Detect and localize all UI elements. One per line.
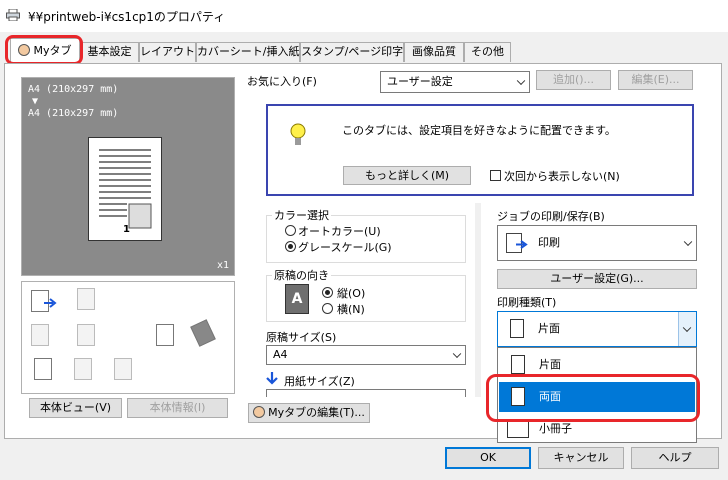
tab-label: スタンプ/ページ印字 [301,45,404,58]
tray-icon [77,324,95,346]
dont-show-checkbox[interactable] [490,170,501,181]
job-value: 印刷 [538,236,560,249]
original-size-label: 原稿サイズ(S) [266,331,337,344]
info-box: このタブには、設定項目を好きなように配置できます。 もっと詳しく(M) 次回から… [266,104,694,196]
favorites-select[interactable]: ユーザー設定 [380,71,530,93]
print-type-label: 印刷種類(T) [497,296,557,309]
tab-stamp[interactable]: スタンプ/ページ印字 [300,42,404,62]
highlight-ring-tab [5,35,83,65]
preview-page: 1 [88,137,162,241]
scrollbar[interactable] [475,203,481,397]
landscape-radio[interactable] [322,303,333,314]
single-sided-icon [511,355,525,374]
dont-show-label: 次回から表示しない(N) [504,170,620,183]
portrait-radio[interactable] [322,287,333,298]
grayscale-radio[interactable] [285,241,296,252]
orientation-label: 原稿の向き [272,267,331,283]
preview-copies: x1 [216,260,229,271]
window-title: ¥¥printweb-i¥cs1cp1のプロパティ [28,10,226,24]
job-select[interactable]: 印刷 [497,225,697,261]
info-message: このタブには、設定項目を好きなように配置できます。 [342,124,616,137]
tray-icon [31,324,49,346]
tab-other[interactable]: その他 [464,42,511,62]
tab-label: その他 [471,45,504,58]
landscape-label: 横(N) [337,303,365,316]
preview-page-number: 1 [123,224,130,235]
color-label: カラー選択 [272,207,331,223]
portrait-label: 縦(O) [337,287,366,300]
user-icon [253,406,266,418]
device-view [21,281,235,394]
option-label: 小冊子 [539,422,572,435]
tab-label: 基本設定 [87,45,132,58]
user-settings-button[interactable]: ユーザー設定(G)... [497,269,697,289]
print-type-select[interactable]: 片面 [497,311,697,347]
lightbulb-icon [290,123,306,145]
highlight-ring-duplex [486,374,700,422]
original-size-value: A4 [273,348,288,361]
arrow-down-icon [266,372,278,385]
user-device-icon [114,358,132,380]
original-size-select[interactable]: A4 [266,345,466,365]
tab-cover-sheet[interactable]: カバーシート/挿入紙 [196,42,300,62]
title-bar: ¥¥printweb-i¥cs1cp1のプロパティ [0,0,728,32]
paper-size-select[interactable] [266,389,466,397]
preview-original-size: A4 (210x297 mm) [28,84,119,95]
favorites-value: ユーザー設定 [387,75,453,88]
auto-color-label: オートカラー(U) [298,225,381,238]
tab-label: カバーシート/挿入紙 [197,45,300,58]
cancel-button[interactable]: キャンセル [538,447,624,469]
page-icon [34,358,52,380]
tab-basic[interactable]: 基本設定 [80,42,139,62]
auto-color-radio[interactable] [285,225,296,236]
grayscale-label: グレースケール(G) [298,241,392,254]
paper-size-label: 用紙サイズ(Z) [284,375,355,388]
chevron-down-icon [452,349,462,359]
edit-button[interactable]: 編集(E)... [618,70,693,90]
single-sided-icon [510,319,524,338]
user-device-icon [74,358,92,380]
edit-mytab-label: Myタブの編集(T)... [268,406,365,419]
staple-icon [190,319,216,347]
finisher-icon [77,288,95,310]
favorites-label: お気に入り(F) [247,75,317,88]
portrait-preview-icon: A [285,284,309,314]
body-view-button[interactable]: 本体ビュー(V) [29,398,122,418]
print-type-value: 片面 [538,322,560,335]
add-button[interactable]: 追加()... [536,70,611,90]
ok-button[interactable]: OK [445,447,531,469]
chevron-down-icon [683,237,693,247]
tab-strip: Myタブ 基本設定 レイアウト カバーシート/挿入紙 スタンプ/ページ印字 画像… [0,36,728,64]
edit-mytab-button[interactable]: Myタブの編集(T)... [248,403,370,423]
option-label: 片面 [539,358,561,371]
tab-label: レイアウト [140,45,195,58]
preview-output-size: A4 (210x297 mm) [28,108,119,119]
tab-image-quality[interactable]: 画像品質 [404,42,464,62]
tab-label: 画像品質 [412,45,456,58]
chevron-down-icon [516,76,526,86]
body-info-button[interactable]: 本体情報(I) [127,398,228,418]
printer-icon [6,9,20,21]
tab-layout[interactable]: レイアウト [139,42,196,62]
job-label: ジョブの印刷/保存(B) [497,210,605,223]
arrow-right-icon [44,298,57,308]
preview-arrow: ▼ [32,96,39,107]
document-icon [156,324,174,346]
help-button[interactable]: ヘルプ [631,447,719,469]
more-details-button[interactable]: もっと詳しく(M) [343,166,471,185]
arrow-right-icon [516,240,528,249]
